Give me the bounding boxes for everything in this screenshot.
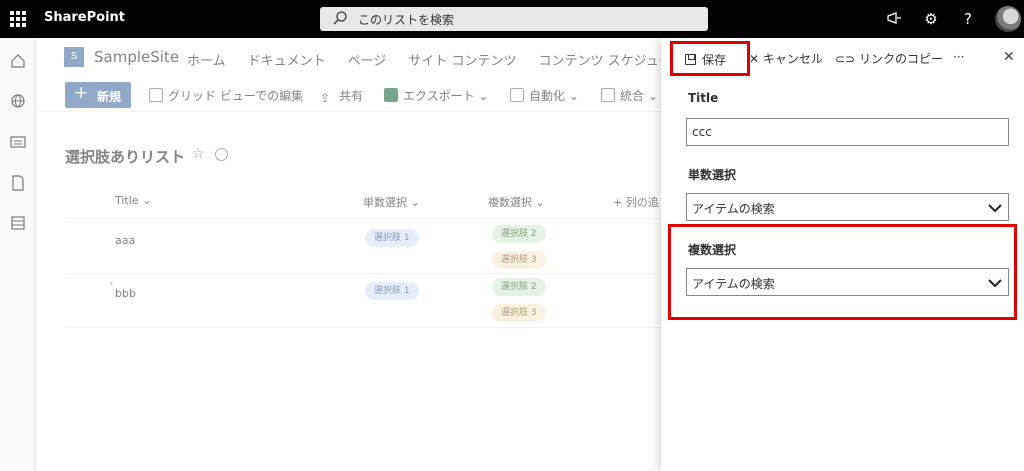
panel-toolbar: 保存 ✕ キャンセル ⊂⊃ リンクのコピー ··· ✕ [661,38,1024,78]
link-icon: ⊂⊃ [835,52,856,66]
left-rail [0,38,36,471]
globe-icon[interactable] [9,92,27,110]
single-choice-dropdown[interactable]: アイテムの検索 [686,193,1009,221]
cancel-button[interactable]: ✕ キャンセル [749,50,823,67]
chevron-down-icon [988,204,1002,213]
search-box[interactable]: このリストを検索 [320,7,708,31]
cancel-label: キャンセル [762,52,823,66]
field-label-multi: 複数選択 [688,243,737,257]
help-icon[interactable]: ? [958,9,978,29]
item-edit-panel: 保存 ✕ キャンセル ⊂⊃ リンクのコピー ··· ✕ Title ccc 単数… [661,38,1024,471]
title-input[interactable]: ccc [686,118,1009,146]
chevron-down-icon [988,279,1002,288]
more-button[interactable]: ··· [953,50,964,64]
document-icon[interactable] [9,174,27,192]
save-button[interactable]: 保存 [670,41,750,76]
home-icon[interactable] [9,52,27,70]
avatar[interactable] [995,6,1021,32]
dropdown-placeholder: アイテムの検索 [692,277,775,291]
save-label: 保存 [702,53,727,67]
suite-bar: SharePoint このリストを検索 ⚙ ? [0,0,1024,38]
field-label-single: 単数選択 [688,168,737,182]
page-dim-overlay [37,38,661,471]
save-icon [685,54,696,65]
megaphone-icon[interactable] [885,9,905,29]
close-small-icon: ✕ [749,52,760,66]
copy-link-button[interactable]: ⊂⊃ リンクのコピー [835,50,943,67]
dropdown-placeholder: アイテムの検索 [692,202,775,216]
app-launcher-icon[interactable] [10,11,26,27]
copy-link-label: リンクのコピー [858,52,943,66]
news-icon[interactable] [9,133,27,151]
gear-icon[interactable]: ⚙ [921,9,941,29]
title-input-value: ccc [692,125,712,139]
field-label-title: Title [688,91,719,105]
close-icon[interactable]: ✕ [1003,49,1015,65]
search-icon [333,11,347,25]
search-placeholder: このリストを検索 [358,13,455,27]
list-icon[interactable] [9,214,27,232]
brand-name[interactable]: SharePoint [44,10,125,25]
multi-choice-dropdown[interactable]: アイテムの検索 [686,268,1009,296]
